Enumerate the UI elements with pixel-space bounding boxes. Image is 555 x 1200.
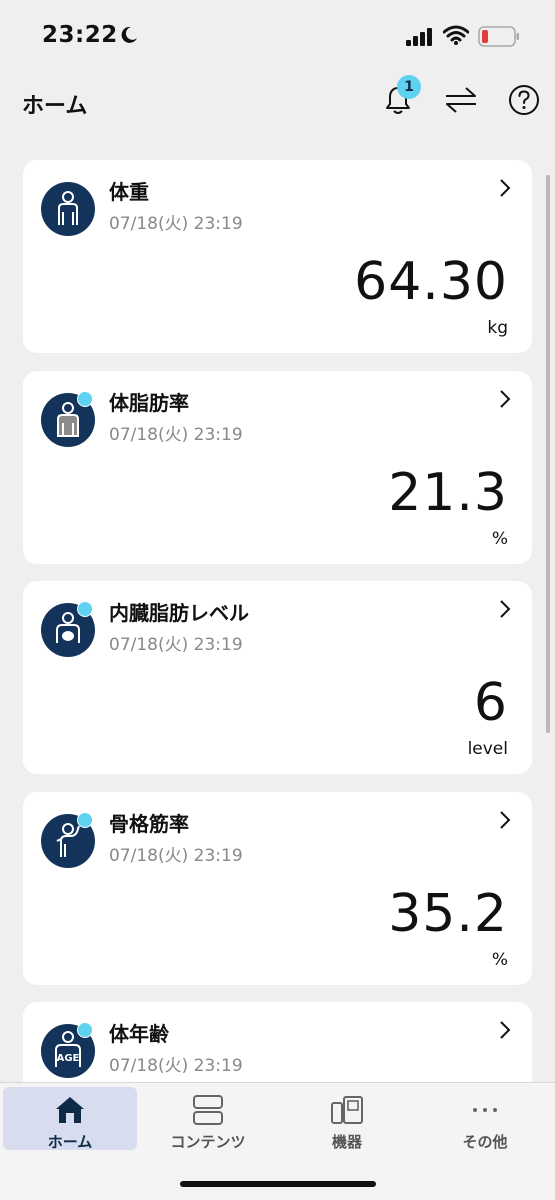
tab-label: ホーム bbox=[47, 1133, 93, 1151]
card-unit: kg bbox=[487, 318, 508, 338]
card-value: 35.2 bbox=[388, 884, 508, 944]
help-button[interactable] bbox=[504, 80, 544, 120]
card-unit: % bbox=[491, 950, 508, 970]
home-indicator bbox=[180, 1181, 376, 1187]
help-icon bbox=[509, 85, 539, 115]
visceral-fat-card[interactable]: 内臓脂肪レベル 07/18(火) 23:19 6 level bbox=[23, 581, 532, 774]
card-label: 骨格筋率 bbox=[109, 812, 189, 836]
tab-label: コンテンツ bbox=[170, 1133, 246, 1151]
age-icon-text: AGE bbox=[57, 1053, 80, 1064]
screen: 23:22 ホーム 1 体重 07/18(火) 23:19 64.30 kg 体… bbox=[0, 0, 555, 1200]
devices-icon bbox=[331, 1096, 363, 1124]
card-date: 07/18(火) 23:19 bbox=[109, 635, 243, 655]
swap-arrows-icon bbox=[446, 87, 476, 113]
card-label: 体年齢 bbox=[109, 1022, 169, 1046]
status-bar: 23:22 bbox=[0, 0, 555, 72]
new-indicator-dot bbox=[77, 391, 93, 407]
card-date: 07/18(火) 23:19 bbox=[109, 425, 243, 445]
page-title: ホーム bbox=[22, 94, 88, 119]
tab-contents[interactable]: コンテンツ bbox=[141, 1087, 275, 1151]
chevron-right-icon bbox=[500, 390, 511, 408]
header: ホーム bbox=[0, 72, 555, 132]
card-value: 21.3 bbox=[388, 463, 508, 523]
card-label: 体脂肪率 bbox=[109, 391, 189, 415]
tab-other[interactable]: その他 bbox=[418, 1087, 552, 1151]
body-figure-icon bbox=[41, 182, 95, 236]
card-value: 6 bbox=[473, 673, 508, 733]
skeletal-muscle-card[interactable]: 骨格筋率 07/18(火) 23:19 35.2 % bbox=[23, 792, 532, 985]
new-indicator-dot bbox=[77, 601, 93, 617]
wifi-icon bbox=[443, 25, 469, 45]
weight-card[interactable]: 体重 07/18(火) 23:19 64.30 kg bbox=[23, 160, 532, 353]
card-value: 64.30 bbox=[354, 252, 508, 312]
card-date: 07/18(火) 23:19 bbox=[109, 214, 243, 234]
home-icon bbox=[56, 1097, 84, 1123]
contents-icon bbox=[193, 1095, 223, 1125]
tab-home[interactable]: ホーム bbox=[3, 1087, 137, 1151]
chevron-right-icon bbox=[500, 811, 511, 829]
new-indicator-dot bbox=[77, 812, 93, 828]
tab-label: 機器 bbox=[331, 1133, 362, 1151]
chevron-right-icon bbox=[500, 1021, 511, 1039]
new-indicator-dot bbox=[77, 1022, 93, 1038]
body-fat-card[interactable]: 体脂肪率 07/18(火) 23:19 21.3 % bbox=[23, 371, 532, 564]
card-label: 内臓脂肪レベル bbox=[109, 601, 249, 625]
card-unit: % bbox=[491, 529, 508, 549]
switch-button[interactable] bbox=[441, 80, 481, 120]
card-unit: level bbox=[467, 739, 508, 759]
card-date: 07/18(火) 23:19 bbox=[109, 1056, 243, 1076]
card-label: 体重 bbox=[109, 180, 149, 204]
status-time: 23:22 bbox=[42, 22, 118, 48]
measurement-list[interactable]: 体重 07/18(火) 23:19 64.30 kg 体脂肪率 07/18(火)… bbox=[0, 145, 555, 1082]
battery-icon bbox=[478, 26, 519, 47]
chevron-right-icon bbox=[500, 600, 511, 618]
card-date: 07/18(火) 23:19 bbox=[109, 846, 243, 866]
tab-label: その他 bbox=[462, 1133, 508, 1151]
more-icon bbox=[473, 1108, 497, 1112]
body-age-card[interactable]: AGE 体年齢 07/18(火) 23:19 bbox=[23, 1002, 532, 1082]
tab-devices[interactable]: 機器 bbox=[280, 1087, 414, 1151]
chevron-right-icon bbox=[500, 179, 511, 197]
scrollbar[interactable] bbox=[546, 175, 550, 733]
moon-icon bbox=[121, 26, 137, 43]
notification-badge: 1 bbox=[397, 75, 421, 99]
signal-icon bbox=[406, 28, 432, 46]
